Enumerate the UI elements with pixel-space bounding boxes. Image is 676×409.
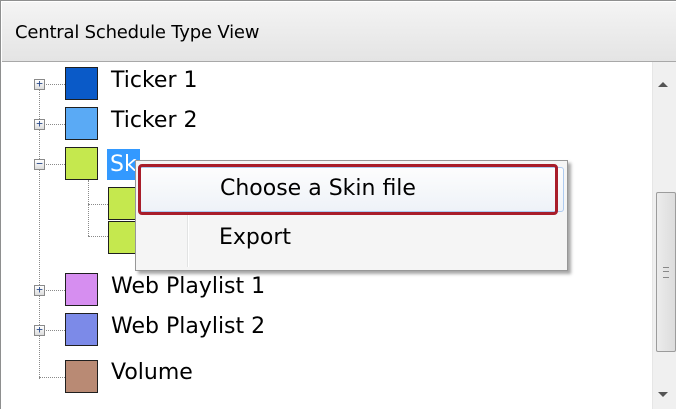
tree-item-web-playlist-2[interactable]: + Web Playlist 2 [0, 310, 650, 350]
menu-item-export[interactable]: Export [139, 217, 564, 262]
tree-connector [88, 236, 110, 237]
expand-plus-icon[interactable]: + [34, 78, 45, 90]
tree-item-label: Volume [111, 360, 193, 385]
context-menu: Choose a Skin file Export [135, 160, 568, 271]
tree-item-ticker-1[interactable]: + Ticker 1 [0, 64, 650, 104]
color-swatch [65, 147, 98, 180]
color-swatch [65, 273, 98, 306]
collapse-minus-icon[interactable]: − [34, 158, 45, 170]
tree-item-label: Web Playlist 2 [111, 314, 266, 339]
tree-item-label: Ticker 2 [111, 108, 198, 133]
color-swatch [65, 360, 98, 393]
expand-plus-icon[interactable]: + [34, 324, 45, 336]
menu-item-label: Choose a Skin file [220, 176, 416, 201]
scroll-down-arrow-icon[interactable] [658, 392, 668, 397]
tree-item-web-playlist-1[interactable]: + Web Playlist 1 [0, 270, 650, 310]
color-swatch [65, 67, 98, 100]
column-header-title: Central Schedule Type View [15, 22, 260, 43]
scrollbar-thumb[interactable] [656, 192, 676, 352]
tree-item-label: Web Playlist 1 [111, 274, 266, 299]
scroll-up-arrow-icon[interactable] [658, 82, 668, 87]
expand-plus-icon[interactable]: + [34, 284, 45, 296]
expand-plus-icon[interactable]: + [34, 118, 45, 130]
grip-icon [663, 267, 669, 278]
tree-item-ticker-2[interactable]: + Ticker 2 [0, 104, 650, 144]
color-swatch [65, 107, 98, 140]
tree-connector [88, 204, 110, 205]
color-swatch [65, 313, 98, 346]
tree-connector [39, 377, 65, 378]
vertical-scrollbar[interactable] [652, 62, 676, 409]
tree-item-label: Ticker 1 [111, 68, 198, 93]
menu-item-label: Export [219, 225, 292, 250]
column-header[interactable]: Central Schedule Type View [2, 2, 676, 62]
tree-item-volume[interactable]: Volume [0, 355, 650, 395]
menu-item-choose-skin-file[interactable]: Choose a Skin file [139, 167, 564, 212]
